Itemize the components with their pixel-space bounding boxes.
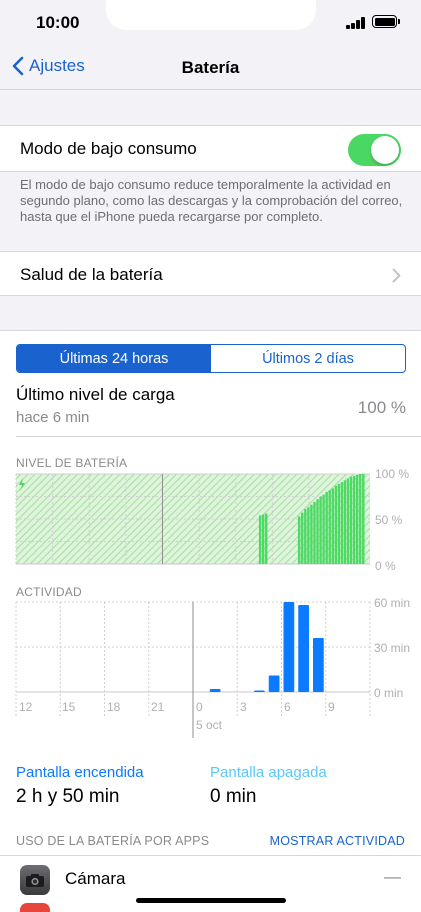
app-row[interactable]: Cámara — xyxy=(0,855,421,901)
battery-bar xyxy=(301,512,304,564)
battery-health-row[interactable]: Salud de la batería xyxy=(0,251,421,296)
divider xyxy=(16,436,421,437)
activity-bar xyxy=(313,638,324,692)
battery-bar xyxy=(310,504,313,564)
tab-last-24-hours[interactable]: Últimas 24 horas xyxy=(17,345,211,372)
battery-bar xyxy=(337,483,341,564)
low-power-label: Modo de bajo consumo xyxy=(20,139,197,158)
notch xyxy=(106,0,316,30)
battery-bar xyxy=(352,475,356,564)
x-tick-12: 12 xyxy=(19,700,33,714)
chevron-right-icon xyxy=(392,268,401,283)
low-power-row: Modo de bajo consumo xyxy=(0,125,421,172)
battery-bar xyxy=(359,474,362,564)
app-name: Cámara xyxy=(65,869,126,888)
battery-bar xyxy=(307,507,310,564)
battery-bar xyxy=(261,514,265,564)
last-charge-value: 100 % xyxy=(357,398,406,417)
battery-tick-100: 100 % xyxy=(375,467,410,481)
battery-bar xyxy=(322,494,325,564)
x-tick-21: 21 xyxy=(151,700,165,714)
x-tick-0: 0 xyxy=(196,700,203,714)
activity-tick-0: 0 min xyxy=(374,686,404,700)
battery-bar xyxy=(265,513,268,564)
cellular-signal-icon xyxy=(346,17,366,29)
activity-bar xyxy=(283,602,295,692)
battery-status-icon xyxy=(372,15,400,28)
status-time: 10:00 xyxy=(36,13,80,32)
x-tick-6: 6 xyxy=(284,700,291,714)
battery-bar xyxy=(325,492,328,564)
battery-bar xyxy=(331,488,334,564)
battery-bar xyxy=(328,490,331,564)
low-power-footnote: El modo de bajo consumo reduce temporalm… xyxy=(20,177,403,224)
navigation-bar: Ajustes Batería xyxy=(0,44,421,90)
last-charge-title: Último nivel de carga xyxy=(16,385,175,404)
battery-bar xyxy=(316,499,319,564)
battery-bar xyxy=(355,474,359,564)
screen-off-label: Pantalla apagada xyxy=(210,764,327,781)
battery-tick-0: 0 % xyxy=(375,559,396,573)
screen-on-label: Pantalla encendida xyxy=(16,764,144,781)
range-segmented-control: Últimas 24 horas Últimos 2 días xyxy=(16,344,406,373)
battery-bar xyxy=(298,516,301,564)
battery-bar xyxy=(313,501,316,564)
page-title: Batería xyxy=(181,58,240,77)
activity-bar xyxy=(209,689,221,692)
last-charge-time: hace 6 min xyxy=(16,409,90,426)
activity-tick-30: 30 min xyxy=(374,641,411,655)
screen-off-value: 0 min xyxy=(210,786,257,807)
battery-bar xyxy=(362,474,365,564)
x-tick-3: 3 xyxy=(240,700,247,714)
battery-bar xyxy=(319,496,322,564)
low-power-toggle[interactable] xyxy=(348,134,401,166)
home-indicator xyxy=(136,898,286,903)
battery-bar xyxy=(334,485,338,564)
camera-icon xyxy=(20,865,50,895)
activity-bar xyxy=(254,690,265,692)
show-activity-button[interactable]: MOSTRAR ACTIVIDAD xyxy=(270,834,405,848)
battery-health-label: Salud de la batería xyxy=(20,265,163,284)
battery-bar xyxy=(304,509,307,564)
activity-bar xyxy=(298,605,309,692)
battery-bar xyxy=(346,478,350,564)
x-tick-18: 18 xyxy=(107,700,121,714)
battery-level-chart xyxy=(15,473,370,565)
tab-last-2-days[interactable]: Últimos 2 días xyxy=(211,345,405,372)
section-gap xyxy=(0,296,421,331)
section-gap xyxy=(0,90,421,125)
activity-tick-60: 60 min xyxy=(374,596,411,610)
date-label: 5 oct xyxy=(196,718,223,732)
toggle-knob xyxy=(371,136,399,164)
x-tick-15: 15 xyxy=(62,700,76,714)
activity-bar xyxy=(268,675,280,692)
screen-on-value: 2 h y 50 min xyxy=(16,786,120,807)
usage-section-header: USO DE LA BATERÍA POR APPS xyxy=(16,834,210,848)
battery-tick-50: 50 % xyxy=(375,513,403,527)
app-usage-value: — xyxy=(384,867,401,886)
battery-bar xyxy=(349,476,353,564)
status-bar: 10:00 xyxy=(0,0,421,44)
x-tick-9: 9 xyxy=(328,700,335,714)
battery-bar xyxy=(343,480,347,564)
app-icon xyxy=(20,903,50,912)
battery-bar xyxy=(258,515,262,564)
battery-bar xyxy=(340,482,344,564)
